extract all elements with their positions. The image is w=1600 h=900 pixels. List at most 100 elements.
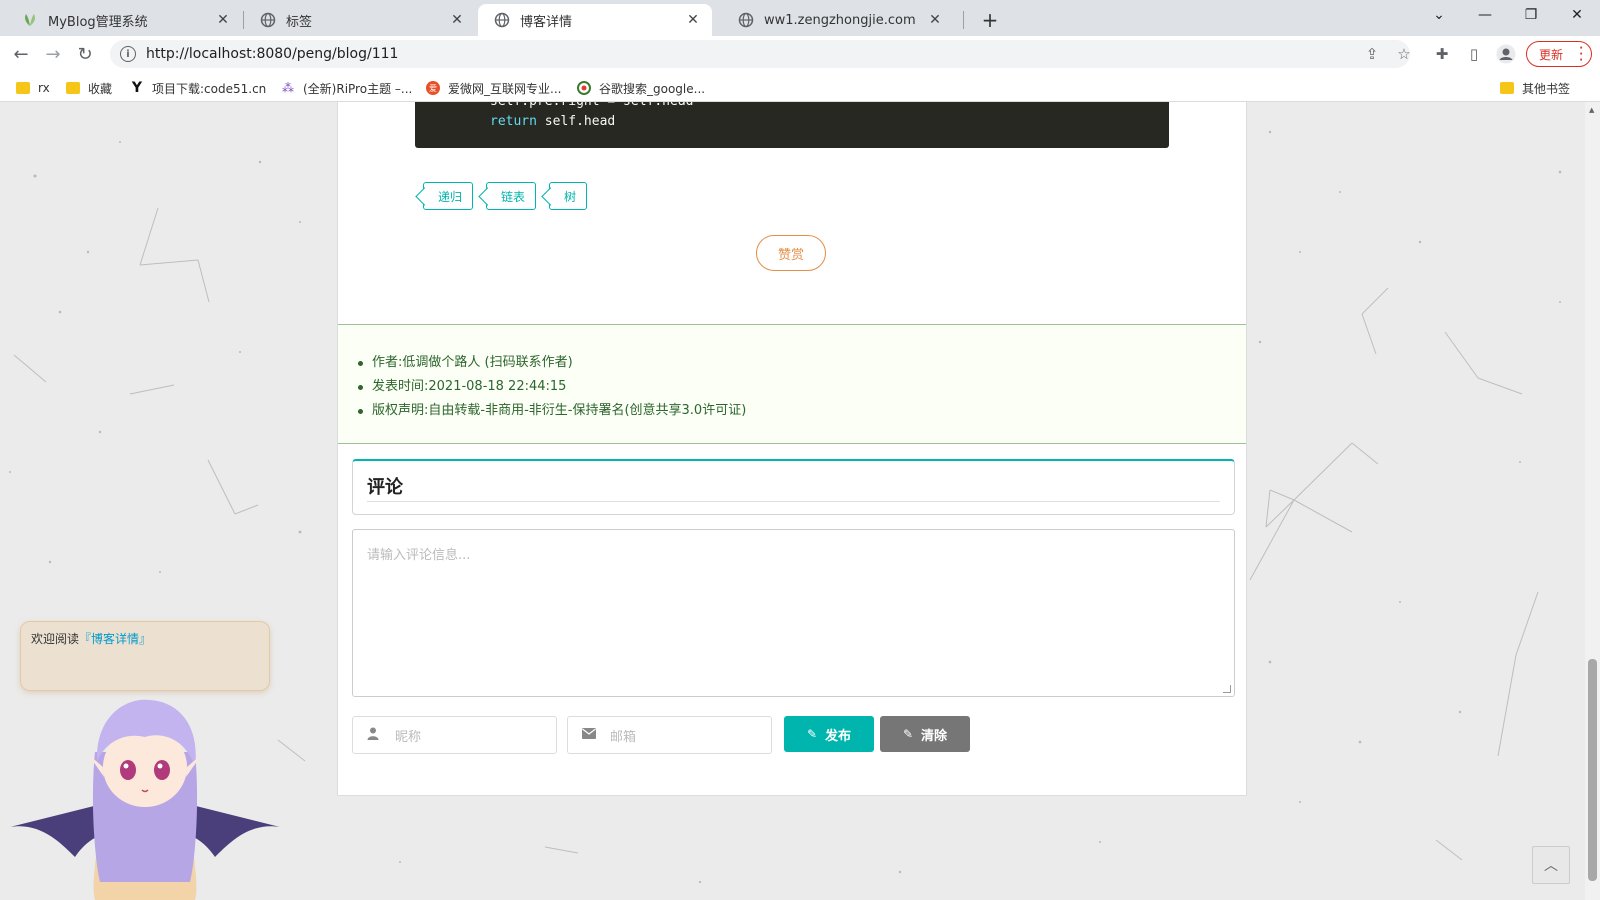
close-icon[interactable]: ✕: [926, 11, 944, 29]
globe-icon: [260, 12, 276, 28]
tab-title: 博客详情: [520, 14, 573, 30]
globe-icon: [494, 12, 510, 28]
info-author: 作者:低调做个路人 (扫码联系作者): [358, 351, 746, 375]
code-line: self.pre.right = self.head: [490, 102, 1169, 112]
more-menu-icon: · · ·: [1579, 43, 1583, 66]
tag-tree[interactable]: 树: [549, 182, 588, 210]
info-text: 发表时间:2021-08-18 22:44:15: [372, 379, 567, 394]
new-tab-button[interactable]: +: [976, 6, 1004, 34]
close-icon[interactable]: ✕: [684, 11, 702, 29]
edit-icon: ✎: [806, 727, 818, 741]
share-icon[interactable]: ⇪: [1360, 42, 1384, 66]
bookmark-other[interactable]: 其他书签: [1500, 78, 1570, 98]
bullet-icon: [358, 384, 363, 390]
clear-label: 清除: [921, 728, 948, 744]
tab-separator: [963, 11, 964, 29]
bookmark-google-search[interactable]: 谷歌搜索_google...: [577, 78, 705, 98]
reward-button[interactable]: 赞赏: [756, 235, 826, 271]
email-placeholder: 邮箱: [610, 729, 637, 745]
resize-handle[interactable]: [1223, 685, 1231, 693]
bookmark-ripro[interactable]: ⁂ (全新)RiPro主题 –...: [281, 78, 412, 98]
browser-toolbar: ← → ↻ i http://localhost:8080/peng/blog/…: [0, 36, 1600, 72]
bookmark-rx[interactable]: rx: [16, 78, 50, 98]
user-icon: [367, 727, 389, 744]
article-info-list: 作者:低调做个路人 (扫码联系作者) 发表时间:2021-08-18 22:44…: [358, 351, 746, 423]
bookmark-label: 爱微网_互联网专业...: [448, 81, 562, 96]
update-label: 更新: [1539, 47, 1564, 62]
close-icon[interactable]: ✕: [214, 11, 232, 29]
info-icon[interactable]: i: [120, 46, 136, 62]
bookmark-label: (全新)RiPro主题 –...: [303, 81, 413, 96]
folder-icon: [16, 81, 30, 95]
tab-tags[interactable]: 标签 ✕: [244, 4, 476, 36]
tab-blog-detail[interactable]: 博客详情 ✕: [478, 4, 712, 36]
nickname-input[interactable]: 昵称: [352, 716, 557, 754]
publish-label: 发布: [825, 728, 852, 744]
reload-button[interactable]: ↻: [70, 39, 100, 69]
tag-linked-list[interactable]: 链表: [486, 182, 537, 210]
tag-list: 递归 链表 树: [417, 182, 594, 210]
close-icon[interactable]: ✕: [448, 11, 466, 29]
comment-title: 评论: [367, 477, 403, 498]
forward-button[interactable]: →: [38, 39, 68, 69]
bullet-icon: [358, 360, 363, 366]
email-input[interactable]: 邮箱: [567, 716, 772, 754]
info-published-time: 发表时间:2021-08-18 22:44:15: [358, 375, 746, 399]
publish-button[interactable]: ✎ 发布: [784, 716, 874, 752]
tab-title: 标签: [286, 14, 313, 30]
ripro-icon: ⁂: [282, 81, 294, 95]
bookmark-favorites[interactable]: 收藏: [66, 78, 112, 98]
tag-recursion[interactable]: 递归: [423, 182, 474, 210]
nickname-placeholder: 昵称: [395, 729, 422, 745]
360-icon: [577, 81, 591, 95]
page-scrollbar[interactable]: ▲: [1585, 102, 1600, 900]
minimize-button[interactable]: —: [1462, 0, 1508, 30]
y-logo-icon: Y: [131, 80, 143, 96]
comment-textarea[interactable]: 请输入评论信息...: [352, 529, 1235, 697]
extensions-icon[interactable]: ✚: [1430, 42, 1454, 66]
tab-search-icon[interactable]: ⌄: [1416, 0, 1462, 30]
scroll-up-arrow-icon[interactable]: ▲: [1589, 106, 1594, 114]
bookmark-label: 其他书签: [1522, 81, 1571, 96]
back-to-top-button[interactable]: ︿: [1532, 846, 1570, 884]
url-text[interactable]: http://localhost:8080/peng/blog/111: [146, 46, 398, 62]
address-bar[interactable]: i http://localhost:8080/peng/blog/111: [110, 40, 1410, 68]
bookmark-aiwei[interactable]: 爱 爱微网_互联网专业...: [426, 78, 561, 98]
page-viewport: self.pre.right = self.head return self.h…: [0, 102, 1600, 900]
mascot-character[interactable]: [0, 692, 290, 900]
back-button[interactable]: ←: [6, 39, 36, 69]
bookmark-label: rx: [38, 81, 50, 95]
clear-button[interactable]: ✎ 清除: [880, 716, 970, 752]
bookmark-code51[interactable]: Y 项目下载:code51.cn: [130, 78, 266, 98]
info-text: 作者:低调做个路人 (扫码联系作者): [372, 355, 573, 370]
update-button[interactable]: 更新 · · ·: [1526, 41, 1592, 67]
welcome-text: 欢迎阅读: [31, 632, 80, 646]
window-close-button[interactable]: ✕: [1554, 0, 1600, 30]
side-panel-icon[interactable]: ▯: [1462, 42, 1486, 66]
article-card: self.pre.right = self.head return self.h…: [337, 102, 1247, 796]
welcome-highlight: 『博客详情』: [79, 632, 152, 646]
info-text: 版权声明:自由转载-非商用-非衍生-保持署名(创意共享3.0许可证): [372, 403, 747, 418]
bookmarks-bar: rx 收藏 Y 项目下载:code51.cn ⁂ (全新)RiPro主题 –..…: [0, 72, 1600, 102]
comment-placeholder: 请输入评论信息...: [367, 548, 471, 563]
scrollbar-thumb[interactable]: [1588, 659, 1597, 881]
leaf-icon: [22, 12, 38, 28]
divider: [367, 501, 1220, 502]
chevron-up-icon: ︿: [1544, 858, 1558, 874]
bullet-icon: [358, 408, 363, 414]
profile-avatar-icon[interactable]: [1494, 42, 1518, 66]
bookmark-label: 收藏: [88, 81, 113, 96]
tab-title: MyBlog管理系统: [48, 14, 148, 30]
tab-zengzhongjie[interactable]: ww1.zengzhongjie.com ✕: [722, 4, 954, 36]
bookmark-label: 项目下载:code51.cn: [152, 81, 267, 96]
restore-button[interactable]: ❐: [1508, 0, 1554, 30]
svg-text:爱: 爱: [429, 84, 437, 93]
mascot-welcome-bubble: 欢迎阅读『博客详情』: [20, 621, 270, 691]
comment-section-header: 评论: [352, 459, 1235, 515]
code-line: return self.head: [490, 114, 616, 129]
bookmark-star-icon[interactable]: ☆: [1392, 42, 1416, 66]
aiwei-icon: 爱: [426, 81, 440, 95]
tab-myblog-admin[interactable]: MyBlog管理系统 ✕: [6, 4, 242, 36]
code-block: self.pre.right = self.head return self.h…: [415, 102, 1169, 148]
article-info-box: 作者:低调做个路人 (扫码联系作者) 发表时间:2021-08-18 22:44…: [338, 324, 1246, 444]
